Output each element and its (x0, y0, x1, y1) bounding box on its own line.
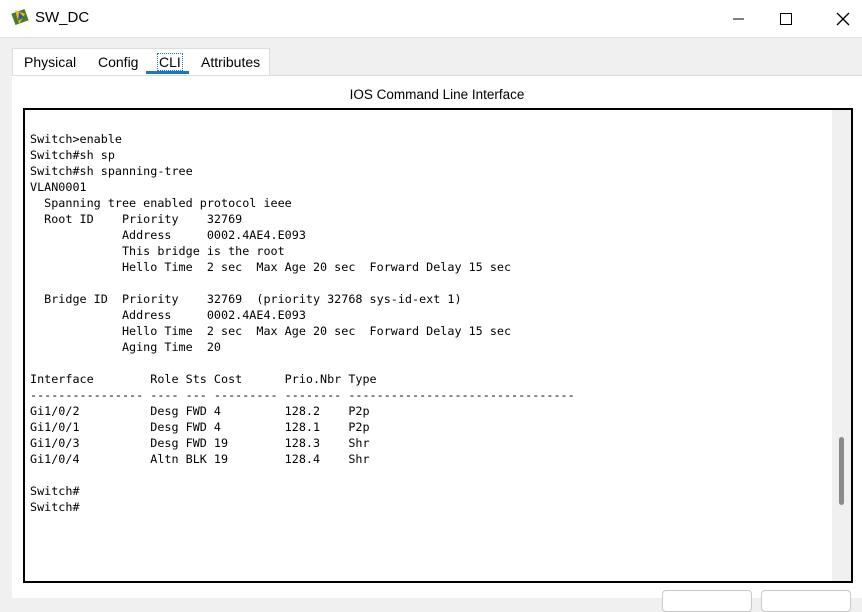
terminal-line: This bridge is the root (30, 244, 285, 258)
maximize-icon (780, 12, 792, 25)
close-icon (836, 12, 850, 25)
terminal-line: Switch#sh spanning-tree (30, 164, 193, 178)
copy-button[interactable] (662, 590, 752, 612)
tab-cli[interactable]: CLI (157, 53, 183, 71)
maximize-button[interactable] (763, 0, 809, 37)
terminal-line: Gi1/0/4 Altn BLK 19 128.4 Shr (30, 452, 370, 466)
close-button[interactable] (820, 0, 862, 37)
terminal-line: Root ID Priority 32769 (30, 212, 243, 226)
terminal-line: Aging Time 20 (30, 340, 222, 354)
terminal-line: Switch>enable (30, 132, 122, 146)
scrollbar[interactable] (832, 110, 851, 581)
packet-tracer-switch-icon (11, 8, 29, 26)
terminal-line: ---------------- ---- --- --------- ----… (30, 388, 575, 402)
scrollbar-thumb[interactable] (839, 437, 844, 505)
terminal-line: Switch# (30, 500, 80, 514)
terminal-line: Address 0002.4AE4.E093 (30, 308, 306, 322)
terminal-line: Bridge ID Priority 32769 (priority 32768… (30, 292, 462, 306)
window-title: SW_DC (35, 9, 90, 26)
terminal-line: VLAN0001 (30, 180, 87, 194)
title-bar: SW_DC (0, 0, 862, 38)
terminal-output[interactable]: Switch>enable Switch#sh sp Switch#sh spa… (30, 131, 575, 515)
terminal-line: Spanning tree enabled protocol ieee (30, 196, 292, 210)
panel-title: IOS Command Line Interface (349, 87, 525, 102)
minimize-icon (733, 18, 744, 19)
terminal-line: Hello Time 2 sec Max Age 20 sec Forward … (30, 260, 512, 274)
minimize-button[interactable] (716, 0, 762, 37)
tab-cli-label: CLI (157, 53, 183, 71)
terminal-line: Gi1/0/2 Desg FWD 4 128.2 P2p (30, 404, 370, 418)
terminal-line: Address 0002.4AE4.E093 (30, 228, 306, 242)
active-tab-indicator (146, 71, 189, 74)
terminal-line: Switch#sh sp (30, 148, 115, 162)
paste-button[interactable] (761, 590, 851, 612)
cli-terminal[interactable]: Switch>enable Switch#sh sp Switch#sh spa… (23, 108, 853, 583)
tab-physical[interactable]: Physical (24, 54, 76, 70)
terminal-line: Switch# (30, 484, 80, 498)
terminal-line: Interface Role Sts Cost Prio.Nbr Type (30, 372, 377, 386)
terminal-line: Hello Time 2 sec Max Age 20 sec Forward … (30, 324, 512, 338)
terminal-line: Gi1/0/1 Desg FWD 4 128.1 P2p (30, 420, 370, 434)
tab-attributes[interactable]: Attributes (201, 54, 260, 70)
terminal-line: Gi1/0/3 Desg FWD 19 128.3 Shr (30, 436, 370, 450)
tab-config[interactable]: Config (98, 54, 138, 70)
